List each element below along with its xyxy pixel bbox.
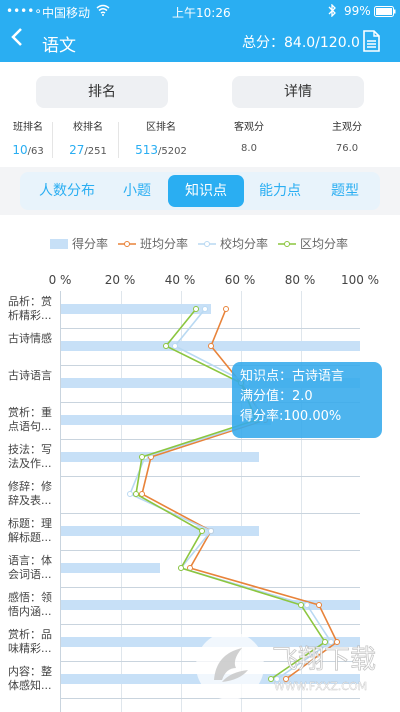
school-avg-point[interactable] [172,343,178,349]
document-icon[interactable] [362,30,380,52]
legend-district-avg: 区均分率 [300,237,349,251]
total-score: 总分：84.0/120.0 [242,35,360,51]
category-label: 语言：体会词语... [8,554,52,581]
district-avg-point[interactable] [163,343,169,349]
x-tick-label: 80 % [284,273,316,287]
category-label: 感悟：领悟内涵... [8,591,52,618]
x-tick-label: 40 % [164,273,196,287]
battery-icon [374,6,396,20]
class-avg-point[interactable] [208,343,214,349]
wifi-icon [96,4,110,19]
category-label: 修辞：修辞及表... [8,480,52,507]
signal-strength: ••••∘ [6,4,42,18]
tab-question-types[interactable]: 题型 [316,175,374,207]
bluetooth-icon [328,3,336,20]
class-avg-point[interactable] [316,602,322,608]
divider [118,122,119,158]
carrier-label: 中国移动 [42,6,91,20]
stat-objective-score: 客观分 8.0 [234,122,264,154]
category-label: 赏析：品味精彩... [8,628,52,655]
stat-district-rank: 区排名 513/5202 [135,122,187,157]
clock: 上午10:26 [172,6,231,20]
legend-score-swatch [50,239,68,249]
x-tick-label: 100 % [340,273,380,287]
district-avg-point[interactable] [133,491,139,497]
back-arrow-icon[interactable] [10,26,24,56]
status-bar: ••••∘ 中国移动 上午10:26 99% [0,0,400,22]
legend-score-rate: 得分率 [72,237,109,251]
tab-score-distribution[interactable]: 人数分布 [28,175,106,207]
district-avg-point[interactable] [139,454,145,460]
category-label: 技法：写法及作... [8,443,52,470]
category-label: 古诗情感 [8,332,52,345]
class-avg-point[interactable] [223,306,229,312]
x-tick-label: 60 % [224,273,256,287]
app-header: 语文 总分：84.0/120.0 [0,22,400,62]
x-tick-label: 20 % [104,273,136,287]
school-avg-point[interactable] [304,602,310,608]
watermark-site: WWW.FXXZ.COM [274,680,367,693]
watermark-logo: 飞翔下载 WWW.FXXZ.COM [196,632,376,700]
tab-questions[interactable]: 小题 [112,175,162,207]
legend-district-marker [278,241,296,247]
analysis-tabs: 人数分布 小题 知识点 能力点 题型 [20,172,380,210]
details-button[interactable]: 详情 [232,76,364,108]
chart-tooltip: 知识点：古诗语言 满分值：2.0 得分率:100.00% [232,362,382,438]
school-avg-point[interactable] [202,306,208,312]
legend-class-avg: 班均分率 [140,237,189,251]
legend-school-avg: 校均分率 [220,237,269,251]
district-avg-point[interactable] [193,306,199,312]
school-avg-point[interactable] [208,528,214,534]
category-label: 品析：赏析精彩... [8,295,52,322]
district-avg-point[interactable] [199,528,205,534]
category-label: 内容：整体感知... [8,665,52,692]
district-avg-point[interactable] [178,565,184,571]
category-label: 标题：理解标题... [8,517,52,544]
watermark-brand: 飞翔下载 [272,645,376,675]
tab-ability-points[interactable]: 能力点 [250,175,310,207]
legend-school-marker [198,241,216,247]
stat-class-rank: 班排名 10/63 [12,122,44,157]
category-label: 古诗语言 [8,369,52,382]
stat-subjective-score: 主观分 76.0 [332,122,362,154]
district-avg-point[interactable] [298,602,304,608]
school-avg-point[interactable] [127,491,133,497]
summary-panel: 排名 详情 班排名 10/63 校排名 27/251 区排名 513/5202 … [0,62,400,167]
battery-percent: 99% [344,4,371,18]
ranking-button[interactable]: 排名 [36,76,168,108]
divider [52,122,53,158]
x-tick-label: 0 % [48,273,72,287]
page-title: 语文 [42,36,76,56]
legend-class-marker [118,241,136,247]
tab-knowledge-points[interactable]: 知识点 [168,175,244,207]
category-label: 赏析：重点语句... [8,406,52,433]
stat-school-rank: 校排名 27/251 [69,122,107,157]
